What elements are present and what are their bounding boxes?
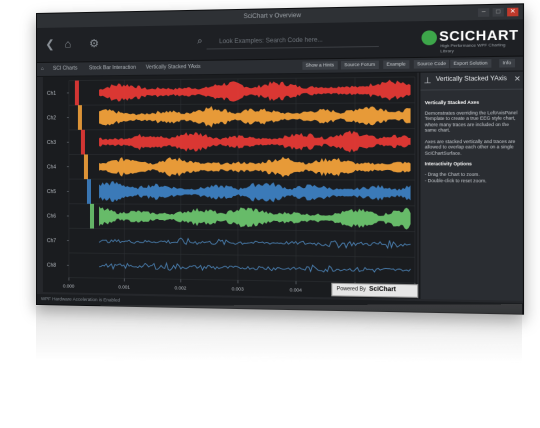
home-crumb-icon[interactable]: ⌂	[41, 66, 44, 72]
panel-section1-text2: Axes are stacked vertically and traces a…	[424, 138, 516, 156]
badge-brand: SciChart	[369, 286, 396, 294]
search-input[interactable]: Look Examples: Search Code here...	[206, 33, 379, 50]
search-icon: ⌕	[197, 35, 203, 46]
toolbar: ❮ ⌂ ⚙ ⌕ Look Examples: Search Code here.…	[36, 19, 523, 63]
series-lead-Ch2	[77, 104, 82, 130]
close-button[interactable]: ✕	[507, 7, 519, 17]
y-axis-label: Ch2	[47, 116, 56, 122]
settings-icon[interactable]: ⚙	[87, 37, 101, 51]
y-axis-label: Ch5	[47, 189, 56, 195]
chip-source-forum[interactable]: Source Forum	[340, 60, 379, 70]
eeg-chart[interactable]: Ch1 Ch2 Ch3 Ch4 Ch5 Ch6 Ch7 Ch8 0.000 0.001 0.002 0…	[43, 73, 417, 299]
panel-body: Vertically Stacked Axes Demonstrates ove…	[425, 99, 520, 189]
series-lead-Ch4	[83, 154, 88, 180]
axis-icon: ⊥	[423, 75, 432, 86]
x-tick-label: 0.003	[232, 286, 245, 291]
y-axis-label: Ch8	[47, 263, 56, 269]
chip-export-solution[interactable]: Export Solution	[450, 59, 491, 69]
y-axis-label: Ch7	[47, 238, 56, 244]
breadcrumb-item-2[interactable]: Stock Bar Interaction	[89, 65, 136, 72]
breadcrumb-item-1[interactable]: SCI Charts	[53, 65, 77, 71]
panel-section1-text: Demonstrates overriding the LeftAxisPane…	[424, 109, 518, 133]
panel-section2-item-1: - Drag the Chart to zoom.	[424, 171, 480, 177]
app-window: SciChart v Overview – □ ✕ ❮ ⌂ ⚙ ⌕ Look E…	[36, 3, 525, 315]
window-controls: – □ ✕	[478, 7, 519, 17]
panel-section1-title: Vertically Stacked Axes	[424, 99, 480, 106]
series-lead-Ch3	[80, 128, 85, 154]
chip-info[interactable]: Info	[499, 58, 515, 68]
x-tick-label: 0.001	[118, 284, 130, 289]
y-axis-label: Ch6	[47, 214, 56, 220]
window-title: SciChart v Overview	[243, 12, 301, 21]
badge-label: Powered By	[336, 286, 366, 293]
panel-section2-title: Interactivity Options	[424, 161, 472, 167]
maximize-button[interactable]: □	[492, 7, 504, 17]
panel-close-icon[interactable]: ✕	[514, 75, 521, 84]
x-tick-label: 0.002	[175, 285, 187, 290]
window-reflection	[36, 304, 522, 363]
panel-title: Vertically Stacked YAxis	[435, 75, 507, 84]
stage: SciChart v Overview – □ ✕ ❮ ⌂ ⚙ ⌕ Look E…	[0, 0, 540, 428]
series-lead-Ch6	[89, 203, 95, 229]
panel-section2-item-2: - Double-click to reset zoom.	[424, 177, 487, 184]
series-lead-Ch1	[74, 80, 79, 105]
panel-header: ⊥ Vertically Stacked YAxis ✕	[420, 71, 525, 91]
info-panel: ⊥ Vertically Stacked YAxis ✕ Vertically …	[419, 71, 525, 301]
chart-surface[interactable]: Ch1 Ch2 Ch3 Ch4 Ch5 Ch6 Ch7 Ch8 0.000 0.001 0.002 0…	[42, 72, 419, 299]
y-axis-label: Ch4	[47, 165, 56, 171]
powered-by-badge: Powered By SciChart	[331, 282, 419, 298]
y-axis-label: Ch3	[47, 140, 56, 146]
chip-show-hints[interactable]: Show a Hints	[302, 61, 338, 70]
home-icon[interactable]: ⌂	[61, 37, 75, 51]
back-icon[interactable]: ❮	[43, 38, 57, 52]
y-axis-label: Ch1	[47, 91, 56, 97]
breadcrumb-item-3[interactable]: Vertically Stacked YAxis	[146, 64, 201, 71]
x-tick-label: 0.004	[290, 287, 303, 292]
minimize-button[interactable]: –	[478, 8, 490, 17]
logo-tagline: High Performance WPF Charting Library	[440, 41, 506, 54]
x-tick-label: 0.000	[63, 283, 75, 288]
chip-source-code[interactable]: Source Code	[413, 59, 450, 69]
scichart-logo: SCICHART High Performance WPF Charting L…	[421, 26, 519, 54]
logo-mark-icon	[421, 30, 437, 46]
chip-example[interactable]: Example	[383, 60, 409, 69]
series-lead-Ch5	[86, 179, 91, 204]
